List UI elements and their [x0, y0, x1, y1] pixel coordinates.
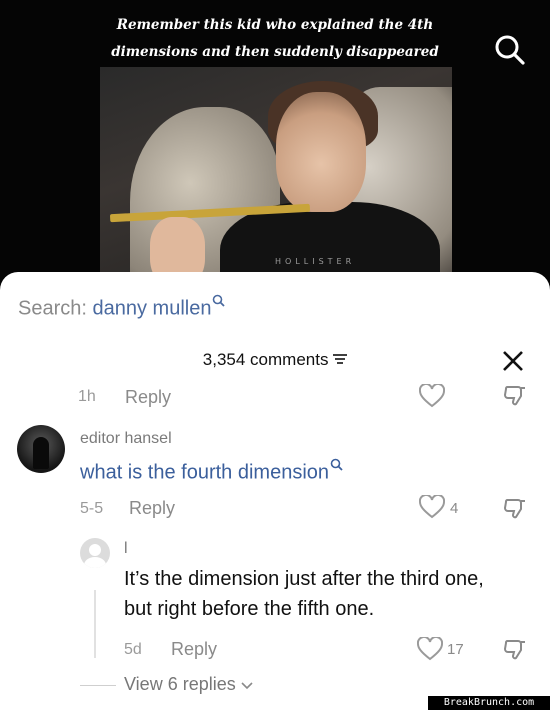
divider — [80, 685, 116, 686]
caption-line: dimensions and then suddenly disappeared — [111, 44, 439, 60]
chevron-down-icon — [241, 682, 253, 690]
like-count: 17 — [447, 641, 464, 658]
face — [276, 92, 366, 212]
comment-username[interactable]: editor hansel — [80, 430, 172, 448]
reply-button[interactable]: Reply — [171, 639, 217, 660]
view-replies-label: View 6 replies — [124, 674, 236, 694]
heart-icon[interactable] — [418, 493, 446, 524]
filter-icon[interactable] — [333, 353, 348, 365]
comment-date: 5d — [124, 641, 142, 658]
search-query[interactable]: danny mullen — [93, 298, 212, 320]
comment-count-label: 3,354 comments — [202, 350, 329, 369]
comment-text[interactable]: what is the fourth dimension — [80, 458, 343, 485]
dislike-icon[interactable] — [503, 497, 527, 526]
watermark: BreakBrunch.com — [428, 696, 550, 710]
comment-count[interactable]: 3,354 comments — [0, 350, 550, 370]
comment-time: 1h — [78, 388, 96, 405]
video-caption: Remember this kid who explained the 4th … — [90, 12, 460, 66]
dislike-icon[interactable] — [503, 384, 527, 413]
close-icon[interactable] — [500, 348, 526, 374]
reply-button[interactable]: Reply — [129, 498, 175, 519]
avatar[interactable] — [17, 425, 65, 473]
view-replies-button[interactable]: View 6 replies — [124, 674, 253, 695]
video-player[interactable]: HOLLISTER Remember this kid who explaine… — [0, 0, 550, 300]
shirt-text: HOLLISTER — [275, 257, 356, 266]
comment-username[interactable]: l — [124, 540, 128, 558]
video-frame: HOLLISTER — [100, 67, 452, 300]
search-icon — [330, 458, 343, 471]
thread-line — [94, 590, 96, 658]
search-icon[interactable] — [492, 32, 528, 68]
avatar[interactable] — [80, 538, 110, 568]
heart-icon[interactable] — [416, 635, 444, 666]
search-icon — [213, 294, 226, 307]
comment-text-line: It’s the dimension just after the third … — [124, 568, 484, 590]
comment-date: 5-5 — [80, 500, 104, 517]
reply-button[interactable]: Reply — [125, 387, 171, 408]
comment-text-line: but right before the fifth one. — [124, 598, 375, 620]
caption-line: Remember this kid who explained the 4th — [116, 17, 434, 33]
heart-icon[interactable] — [418, 382, 446, 413]
comment-text[interactable]: It’s the dimension just after the third … — [124, 564, 544, 624]
search-label: Search: — [18, 297, 87, 320]
comments-sheet: Search: danny mullen 3,354 comments 1h R… — [0, 272, 550, 710]
search-suggestion[interactable]: Search: danny mullen — [18, 294, 226, 321]
dislike-icon[interactable] — [503, 638, 527, 667]
like-count: 4 — [450, 500, 459, 517]
comment-text-content: what is the fourth dimension — [80, 461, 330, 484]
